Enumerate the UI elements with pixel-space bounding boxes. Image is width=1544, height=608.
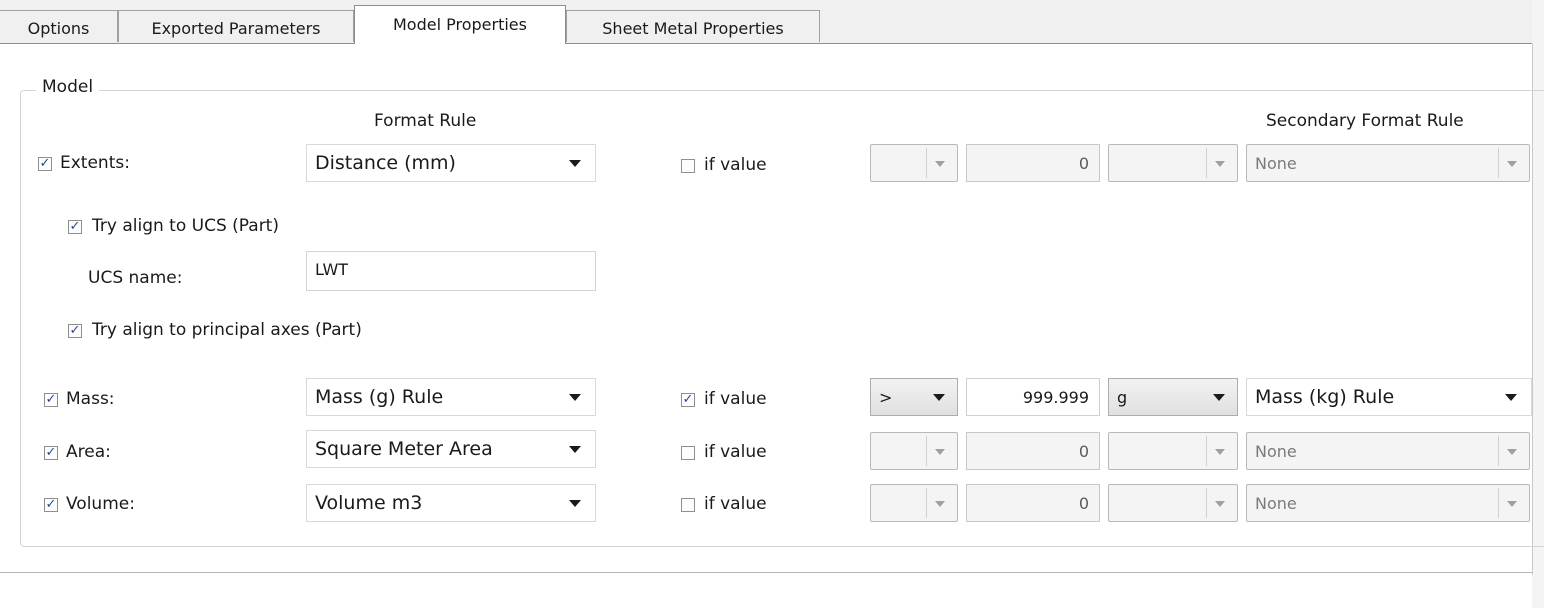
format-rule-header: Format Rule [374,111,477,131]
checkmark-icon: ✓ [39,156,51,171]
area-operator-dropdown[interactable] [870,432,958,470]
align-ucs-label: Try align to UCS (Part) [92,216,279,236]
extents-format-rule-dropdown[interactable]: Distance (mm) [306,144,596,182]
chevron-down-icon [569,446,581,453]
area-checkbox[interactable]: ✓ [44,446,58,460]
chevron-down-icon [1505,394,1517,401]
mass-operator-value: > [879,388,893,407]
chevron-down-icon [1215,161,1225,167]
chevron-down-icon [1507,501,1517,507]
chevron-down-icon [1507,161,1517,167]
volume-unit-dropdown[interactable] [1108,484,1238,522]
chevron-down-icon [1215,501,1225,507]
volume-format-rule-value: Volume m3 [315,492,423,514]
area-label: Area: [66,442,111,462]
area-unit-dropdown[interactable] [1108,432,1238,470]
tab-strip: Options Exported Parameters Model Proper… [0,0,1544,44]
volume-checkbox[interactable]: ✓ [44,498,58,512]
extents-operator-dropdown[interactable] [870,144,958,182]
align-principal-checkbox[interactable]: ✓ [68,324,82,338]
chevron-down-icon [935,161,945,167]
extents-checkbox[interactable]: ✓ [38,157,52,171]
checkmark-icon: ✓ [45,445,57,460]
volume-format-rule-dropdown[interactable]: Volume m3 [306,484,596,522]
volume-value-input[interactable]: 0 [966,484,1100,522]
dropdown-separator [1498,436,1499,466]
mass-operator-dropdown[interactable]: > [870,378,958,416]
area-secondary-dropdown[interactable]: None [1246,432,1530,470]
dropdown-separator [926,148,927,178]
dropdown-separator [926,436,927,466]
mass-secondary-dropdown[interactable]: Mass (kg) Rule [1246,378,1532,416]
dropdown-separator [1498,488,1499,518]
chevron-down-icon [933,394,945,401]
extents-if-value-label: if value [704,155,767,175]
extents-label: Extents: [60,153,130,173]
mass-unit-value: g [1117,388,1128,407]
extents-value-input[interactable]: 0 [966,144,1100,182]
extents-secondary-value: None [1255,154,1297,173]
chevron-down-icon [569,160,581,167]
dropdown-separator [926,488,927,518]
chevron-down-icon [935,501,945,507]
volume-operator-dropdown[interactable] [870,484,958,522]
dropdown-separator [1498,148,1499,178]
area-format-rule-value: Square Meter Area [315,438,493,460]
volume-if-value-checkbox[interactable] [681,498,695,512]
volume-label: Volume: [66,494,135,514]
tab-sheet-metal-properties[interactable]: Sheet Metal Properties [566,10,820,42]
checkmark-icon: ✓ [69,219,81,234]
volume-if-value-label: if value [704,494,767,514]
area-if-value-label: if value [704,442,767,462]
chevron-down-icon [1215,449,1225,455]
tab-exported-parameters[interactable]: Exported Parameters [118,10,354,42]
mass-unit-dropdown[interactable]: g [1108,378,1238,416]
panel-footer [0,575,1532,608]
panel-bottom-divider [0,572,1532,573]
checkmark-icon: ✓ [45,497,57,512]
align-principal-label: Try align to principal axes (Part) [92,320,362,340]
mass-format-rule-value: Mass (g) Rule [315,386,444,408]
volume-secondary-dropdown[interactable]: None [1246,484,1530,522]
checkmark-icon: ✓ [69,323,81,338]
checkmark-icon: ✓ [45,392,57,407]
extents-if-value-checkbox[interactable] [681,159,695,173]
secondary-format-rule-header: Secondary Format Rule [1266,111,1464,131]
extents-unit-dropdown[interactable] [1108,144,1238,182]
extents-secondary-dropdown[interactable]: None [1246,144,1530,182]
area-format-rule-dropdown[interactable]: Square Meter Area [306,430,596,468]
ucs-name-label: UCS name: [88,268,183,288]
mass-secondary-value: Mass (kg) Rule [1255,386,1395,408]
model-group-title: Model [36,77,100,97]
tab-options[interactable]: Options [0,10,118,42]
mass-if-value-checkbox[interactable]: ✓ [681,393,695,407]
chevron-down-icon [935,449,945,455]
chevron-down-icon [569,394,581,401]
mass-value-input[interactable]: 999.999 [966,378,1100,416]
mass-label: Mass: [66,389,115,409]
checkmark-icon: ✓ [682,392,694,407]
chevron-down-icon [569,500,581,507]
volume-secondary-value: None [1255,494,1297,513]
align-ucs-checkbox[interactable]: ✓ [68,220,82,234]
area-value-input[interactable]: 0 [966,432,1100,470]
mass-format-rule-dropdown[interactable]: Mass (g) Rule [306,378,596,416]
area-secondary-value: None [1255,442,1297,461]
tab-model-properties[interactable]: Model Properties [354,5,566,44]
mass-checkbox[interactable]: ✓ [44,393,58,407]
chevron-down-icon [1507,449,1517,455]
ucs-name-input[interactable]: LWT [306,251,596,291]
extents-format-rule-value: Distance (mm) [315,152,456,174]
dropdown-separator [1206,488,1207,518]
dropdown-separator [1206,436,1207,466]
chevron-down-icon [1213,394,1225,401]
dropdown-separator [1206,148,1207,178]
area-if-value-checkbox[interactable] [681,446,695,460]
mass-if-value-label: if value [704,389,767,409]
